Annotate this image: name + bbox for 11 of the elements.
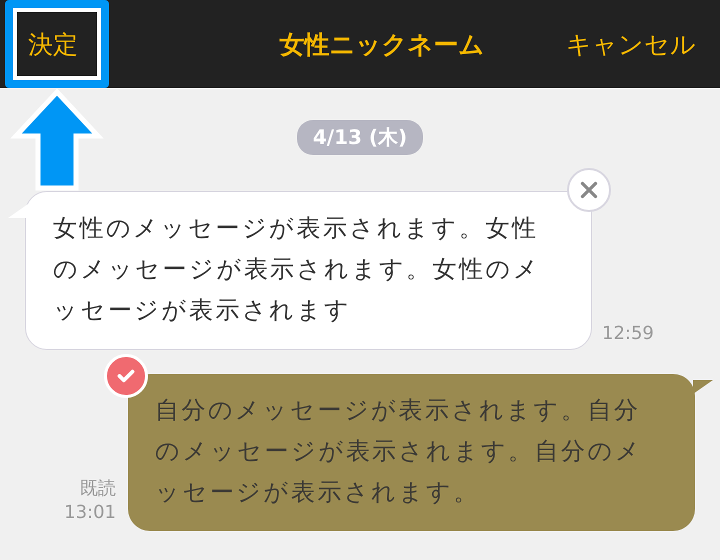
message-time: 13:01 <box>64 501 116 525</box>
check-icon[interactable] <box>104 354 148 398</box>
read-label: 既読 <box>80 477 116 501</box>
message-time: 12:59 <box>602 322 654 346</box>
message-text: 女性のメッセージが表示されます。女性のメッセージが表示されます。女性のメッセージが表示されます <box>53 213 542 326</box>
close-icon[interactable] <box>567 168 611 212</box>
date-pill: 4/13 (木) <box>296 120 424 155</box>
confirm-button[interactable]: 決定 <box>28 28 78 60</box>
screen-title: 女性ニックネーム <box>280 28 484 60</box>
message-text: 自分のメッセージが表示されます。自分のメッセージが表示されます。自分のメッセージが表示されます。 <box>155 395 644 508</box>
cancel-button[interactable]: キャンセル <box>566 28 696 60</box>
